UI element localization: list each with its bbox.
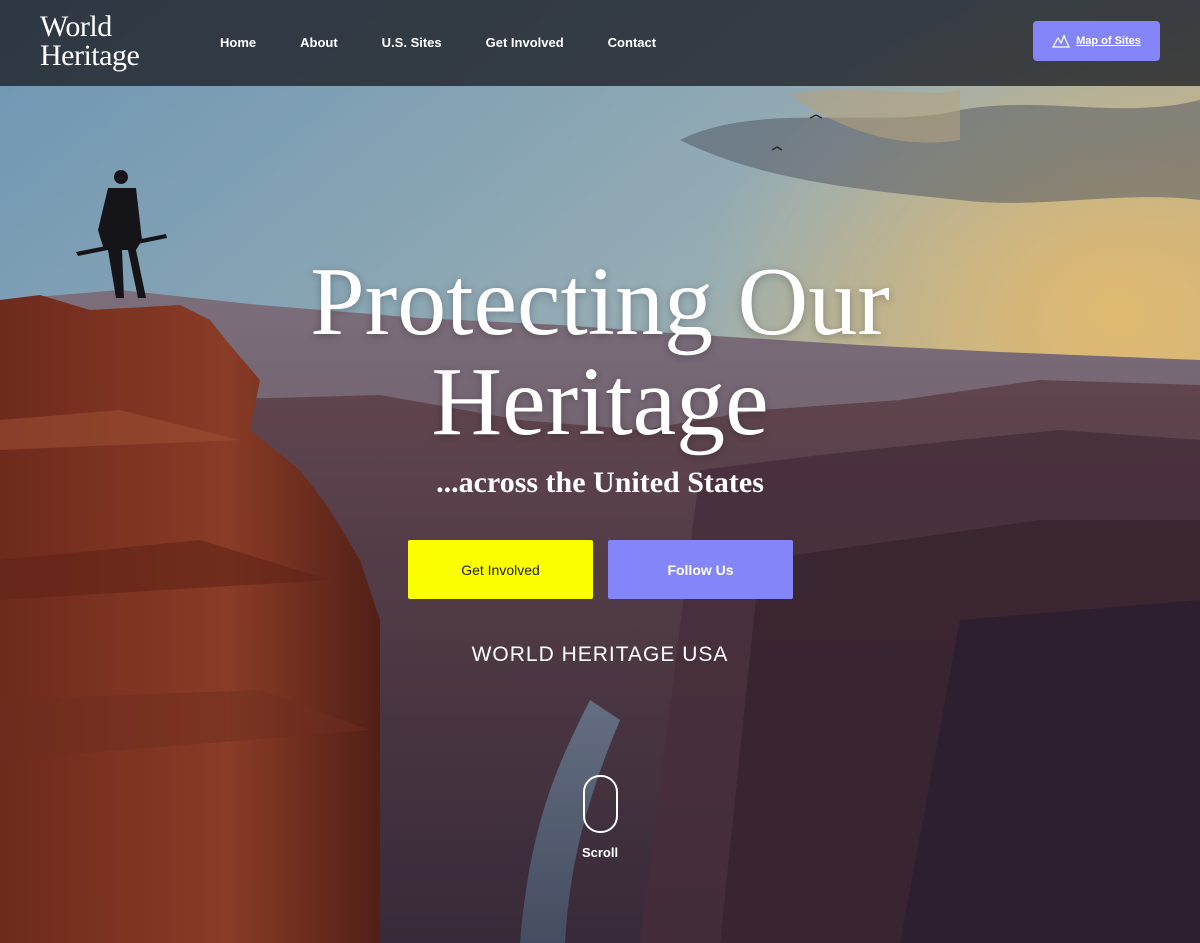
scroll-label[interactable]: Scroll (0, 845, 1200, 860)
map-of-sites-button[interactable]: Map of Sites (1033, 21, 1160, 61)
nav-link-contact[interactable]: Contact (608, 34, 656, 52)
hero-headline: Protecting Our Heritage (0, 252, 1200, 452)
map-of-sites-label: Map of Sites (1076, 35, 1141, 47)
main-nav: Home About U.S. Sites Get Involved Conta… (220, 34, 700, 52)
hero-section: World Heritage Home About U.S. Sites Get… (0, 0, 1200, 943)
nav-link-us-sites[interactable]: U.S. Sites (382, 34, 442, 52)
nav-link-get-involved[interactable]: Get Involved (486, 34, 564, 52)
hero-headline-line-2: Heritage (431, 348, 769, 456)
nav-link-home[interactable]: Home (220, 34, 256, 52)
top-navbar: World Heritage Home About U.S. Sites Get… (0, 0, 1200, 86)
logo-line-1: World (40, 10, 112, 43)
nav-link-about[interactable]: About (300, 34, 338, 52)
follow-us-button[interactable]: Follow Us (608, 540, 793, 599)
world-heritage-logo[interactable]: World Heritage (40, 10, 140, 72)
logo-line-2: Heritage (40, 39, 140, 72)
brand-tagline: WORLD HERITAGE USA (471, 643, 729, 666)
hero-subheading: ...across the United States (436, 466, 764, 499)
hero-headline-line-1: Protecting Our (310, 248, 890, 356)
mountain-map-icon (1052, 34, 1071, 48)
scroll-mouse-icon[interactable] (583, 775, 618, 833)
get-involved-button[interactable]: Get Involved (408, 540, 593, 599)
